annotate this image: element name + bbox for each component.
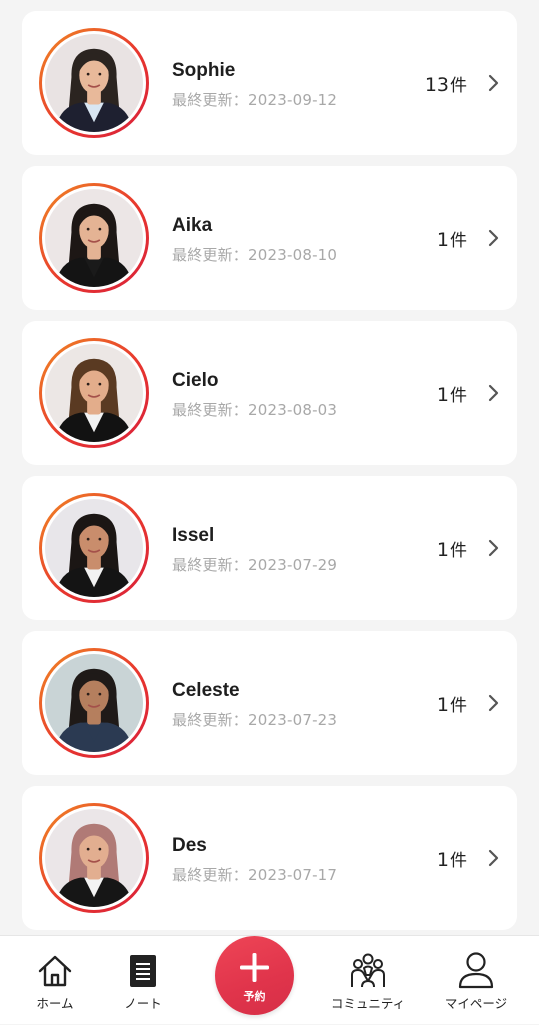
teacher-card[interactable]: Cielo 最終更新：2023-08-03 1件 (22, 321, 517, 465)
last-updated: 最終更新：2023-07-29 (172, 556, 338, 574)
note-count-unit: 件 (450, 851, 467, 871)
nav-mypage[interactable]: マイページ (426, 936, 526, 1025)
note-count-unit: 件 (450, 541, 467, 561)
nav-community-label: コミュニティ (330, 996, 406, 1011)
nav-community[interactable]: コミュニティ (318, 936, 418, 1025)
note-count-unit: 件 (450, 76, 467, 96)
note-count-value: 1 (436, 229, 449, 251)
note-count: 1件 (437, 691, 467, 716)
last-updated: 最終更新：2023-09-12 (172, 91, 338, 109)
note-icon (128, 954, 158, 992)
nav-mypage-label: マイページ (444, 996, 508, 1011)
note-count-value: 1 (436, 694, 449, 716)
avatar-ring (39, 183, 149, 293)
note-count: 13件 (425, 71, 467, 96)
home-icon (37, 954, 73, 992)
chevron-right-icon (485, 693, 503, 713)
note-count: 1件 (437, 226, 467, 251)
last-updated: 最終更新：2023-08-03 (172, 401, 338, 419)
avatar-ring (39, 338, 149, 448)
chevron-right-icon (485, 538, 503, 558)
teacher-name: Cielo (172, 370, 219, 391)
avatar (45, 499, 143, 597)
note-count-value: 13 (424, 74, 449, 96)
avatar-ring (39, 648, 149, 758)
teacher-name: Aika (172, 215, 213, 236)
chevron-right-icon (485, 848, 503, 868)
avatar-photo (45, 344, 143, 442)
teacher-card[interactable]: Sophie 最終更新：2023-09-12 13件 (22, 11, 517, 155)
teacher-card[interactable]: Issel 最終更新：2023-07-29 1件 (22, 476, 517, 620)
plus-icon (239, 952, 270, 987)
note-count-value: 1 (436, 384, 449, 406)
nav-note-label: ノート (124, 996, 162, 1011)
avatar-ring (39, 493, 149, 603)
last-updated: 最終更新：2023-08-10 (172, 246, 338, 264)
person-icon (458, 952, 494, 993)
note-count-unit: 件 (450, 696, 467, 716)
teacher-card[interactable]: Celeste 最終更新：2023-07-23 1件 (22, 631, 517, 775)
avatar-photo (45, 189, 143, 287)
teacher-list: Sophie 最終更新：2023-09-12 13件 Aika 最終更新：202… (0, 0, 539, 941)
avatar (45, 654, 143, 752)
chevron-right-icon (485, 228, 503, 248)
note-count: 1件 (437, 381, 467, 406)
avatar-photo (45, 654, 143, 752)
last-updated: 最終更新：2023-07-17 (172, 866, 338, 884)
avatar-ring (39, 28, 149, 138)
avatar (45, 34, 143, 132)
nav-home-label: ホーム (36, 996, 74, 1011)
chevron-right-icon (485, 73, 503, 93)
avatar (45, 189, 143, 287)
note-count-unit: 件 (450, 386, 467, 406)
reserve-button[interactable]: 予約 (215, 936, 294, 1015)
nav-home[interactable]: ホーム (5, 936, 105, 1025)
note-count: 1件 (437, 846, 467, 871)
reserve-label: 予約 (243, 990, 266, 1003)
teacher-name: Celeste (172, 680, 240, 701)
teacher-card[interactable]: Des 最終更新：2023-07-17 1件 (22, 786, 517, 930)
avatar-ring (39, 803, 149, 913)
community-icon (349, 953, 387, 993)
avatar-photo (45, 809, 143, 907)
avatar (45, 344, 143, 442)
nav-note[interactable]: ノート (93, 936, 193, 1025)
avatar (45, 809, 143, 907)
note-count-value: 1 (436, 849, 449, 871)
teacher-name: Sophie (172, 60, 236, 81)
teacher-name: Issel (172, 525, 215, 546)
last-updated: 最終更新：2023-07-23 (172, 711, 338, 729)
avatar-photo (45, 499, 143, 597)
teacher-card[interactable]: Aika 最終更新：2023-08-10 1件 (22, 166, 517, 310)
chevron-right-icon (485, 383, 503, 403)
teacher-name: Des (172, 835, 207, 856)
avatar-photo (45, 34, 143, 132)
note-count-unit: 件 (450, 231, 467, 251)
note-count-value: 1 (436, 539, 449, 561)
note-count: 1件 (437, 536, 467, 561)
